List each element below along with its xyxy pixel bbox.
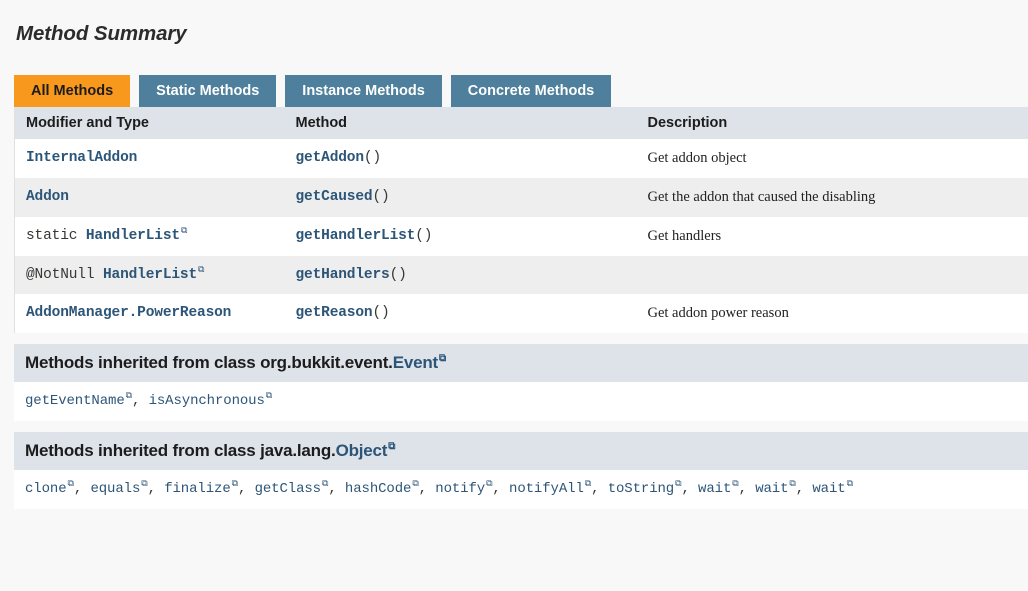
- method-link[interactable]: getReason: [296, 305, 373, 321]
- external-link-icon: ⧉: [266, 391, 272, 401]
- method-parentheses: (): [390, 267, 407, 283]
- external-link-icon: ⧉: [198, 265, 204, 275]
- table-header-row: Modifier and Type Method Description: [15, 107, 1028, 139]
- cell-description: Get the addon that caused the disabling: [637, 178, 1028, 217]
- list-separator: ,: [419, 481, 436, 497]
- cell-modifier-and-type: @NotNull HandlerList⧉: [15, 256, 285, 294]
- external-link-icon: ⧉: [388, 441, 395, 452]
- tab-all-methods[interactable]: All Methods: [14, 75, 130, 107]
- method-parentheses: (): [415, 228, 432, 244]
- inherited-method-list: getEventName⧉, isAsynchronous⧉: [14, 382, 1028, 421]
- type-link[interactable]: HandlerList: [103, 267, 197, 283]
- inherited-heading-text: Methods inherited from class org.bukkit.…: [25, 353, 393, 372]
- inherited-block: Methods inherited from class java.lang.O…: [14, 432, 1028, 509]
- inherited-heading: Methods inherited from class org.bukkit.…: [14, 344, 1028, 382]
- inherited-method-link[interactable]: notifyAll: [509, 481, 584, 497]
- tab-instance-methods[interactable]: Instance Methods: [285, 75, 441, 107]
- inherited-heading: Methods inherited from class java.lang.O…: [14, 432, 1028, 470]
- table-body: InternalAddongetAddon()Get addon objectA…: [15, 139, 1028, 333]
- cell-method: getCaused(): [285, 178, 637, 217]
- page-title: Method Summary: [14, 0, 1028, 46]
- inherited-class-link[interactable]: Object: [336, 441, 388, 460]
- method-parentheses: (): [372, 305, 389, 321]
- type-link[interactable]: InternalAddon: [26, 150, 137, 166]
- table-row: static HandlerList⧉getHandlerList()Get h…: [15, 217, 1028, 256]
- cell-modifier-and-type: static HandlerList⧉: [15, 217, 285, 256]
- table-header: Modifier and Type Method Description: [15, 107, 1028, 139]
- method-link[interactable]: getAddon: [296, 150, 364, 166]
- method-link[interactable]: getHandlers: [296, 267, 390, 283]
- list-separator: ,: [74, 481, 91, 497]
- list-separator: ,: [796, 481, 813, 497]
- inherited-method-link[interactable]: getClass: [255, 481, 321, 497]
- list-separator: ,: [148, 481, 165, 497]
- table-row: AddongetCaused()Get the addon that cause…: [15, 178, 1028, 217]
- cell-modifier-and-type: Addon: [15, 178, 285, 217]
- external-link-icon: ⧉: [181, 226, 187, 236]
- cell-description: [637, 256, 1028, 294]
- type-link[interactable]: Addon: [26, 189, 69, 205]
- cell-description: Get addon object: [637, 139, 1028, 178]
- type-link[interactable]: HandlerList: [86, 228, 180, 244]
- external-link-icon: ⧉: [847, 479, 853, 489]
- inherited-block: Methods inherited from class org.bukkit.…: [14, 344, 1028, 421]
- table-row: InternalAddongetAddon()Get addon object: [15, 139, 1028, 178]
- inherited-method-link[interactable]: wait: [812, 481, 845, 497]
- list-separator: ,: [328, 481, 345, 497]
- inherited-sections: Methods inherited from class org.bukkit.…: [14, 344, 1028, 509]
- column-header-method: Method: [285, 107, 637, 139]
- inherited-heading-text: Methods inherited from class java.lang.: [25, 441, 336, 460]
- method-filter-tabs: All Methods Static Methods Instance Method…: [14, 73, 1028, 107]
- list-separator: ,: [492, 481, 509, 497]
- list-separator: ,: [238, 481, 255, 497]
- inherited-method-list: clone⧉, equals⧉, finalize⧉, getClass⧉, h…: [14, 470, 1028, 509]
- cell-description: Get handlers: [637, 217, 1028, 256]
- inherited-method-link[interactable]: wait: [698, 481, 731, 497]
- inherited-class-link[interactable]: Event: [393, 353, 438, 372]
- column-header-description: Description: [637, 107, 1028, 139]
- cell-modifier-and-type: AddonManager.PowerReason: [15, 294, 285, 333]
- page-content: Method Summary All Methods Static Methods…: [4, 0, 1028, 591]
- inherited-method-link[interactable]: equals: [90, 481, 140, 497]
- inherited-method-link[interactable]: toString: [608, 481, 674, 497]
- inherited-method-link[interactable]: finalize: [164, 481, 230, 497]
- inherited-method-link[interactable]: hashCode: [345, 481, 411, 497]
- inherited-method-link[interactable]: getEventName: [25, 393, 125, 409]
- cell-method: getReason(): [285, 294, 637, 333]
- inherited-method-link[interactable]: isAsynchronous: [149, 393, 265, 409]
- tab-concrete-methods[interactable]: Concrete Methods: [451, 75, 612, 107]
- table-row: AddonManager.PowerReasongetReason()Get a…: [15, 294, 1028, 333]
- list-separator: ,: [681, 481, 698, 497]
- cell-method: getHandlerList(): [285, 217, 637, 256]
- javadoc-page: Method Summary All Methods Static Methods…: [0, 0, 1028, 591]
- list-separator: ,: [132, 393, 149, 409]
- inherited-method-link[interactable]: clone: [25, 481, 67, 497]
- cell-method: getAddon(): [285, 139, 637, 178]
- inherited-method-link[interactable]: notify: [435, 481, 485, 497]
- method-link[interactable]: getCaused: [296, 189, 373, 205]
- method-parentheses: (): [364, 150, 381, 166]
- method-summary-table: Modifier and Type Method Description Int…: [14, 107, 1028, 333]
- cell-modifier-and-type: InternalAddon: [15, 139, 285, 178]
- list-separator: ,: [591, 481, 608, 497]
- cell-method: getHandlers(): [285, 256, 637, 294]
- modifier-text: @NotNull: [26, 267, 103, 283]
- inherited-method-link[interactable]: wait: [755, 481, 788, 497]
- method-parentheses: (): [372, 189, 389, 205]
- cell-description: Get addon power reason: [637, 294, 1028, 333]
- modifier-text: static: [26, 228, 86, 244]
- table-row: @NotNull HandlerList⧉getHandlers(): [15, 256, 1028, 294]
- external-link-icon: ⧉: [439, 353, 446, 364]
- type-link[interactable]: AddonManager.PowerReason: [26, 305, 231, 321]
- list-separator: ,: [739, 481, 756, 497]
- method-link[interactable]: getHandlerList: [296, 228, 416, 244]
- tab-static-methods[interactable]: Static Methods: [139, 75, 276, 107]
- column-header-modifier-and-type: Modifier and Type: [15, 107, 285, 139]
